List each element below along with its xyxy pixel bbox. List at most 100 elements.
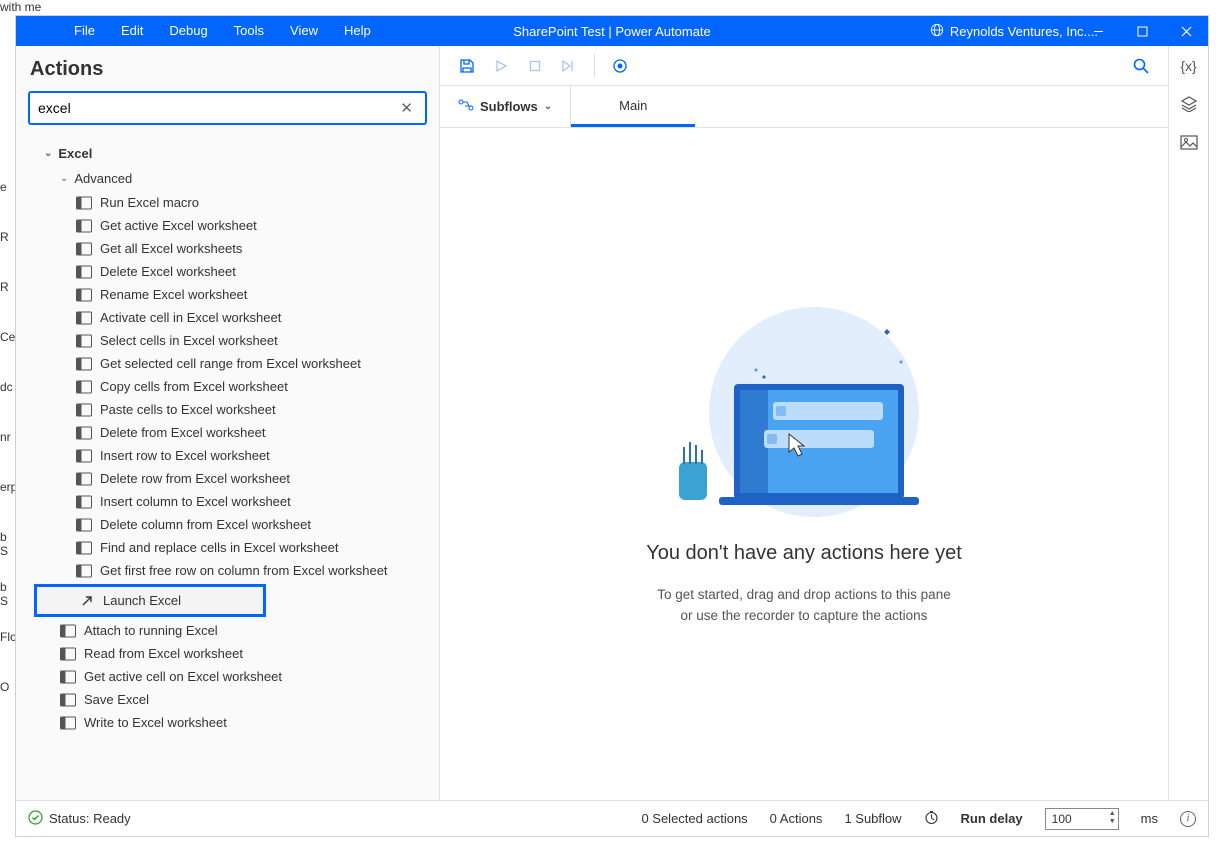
tab-main[interactable]: Main — [571, 86, 695, 127]
stop-button[interactable] — [520, 51, 550, 81]
action-item[interactable]: Run Excel macro — [16, 191, 439, 214]
excel-icon — [60, 647, 76, 661]
minimize-button[interactable] — [1076, 16, 1120, 46]
excel-icon — [76, 219, 92, 233]
action-item[interactable]: Insert column to Excel worksheet — [16, 490, 439, 513]
record-button[interactable] — [605, 51, 635, 81]
excel-icon — [76, 265, 92, 279]
excel-icon — [76, 311, 92, 325]
action-item[interactable]: Delete Excel worksheet — [16, 260, 439, 283]
main-area: Subflows ⌄ Main — [440, 46, 1168, 800]
action-item[interactable]: Delete from Excel worksheet — [16, 421, 439, 444]
stray-left-column: eRRCedcnrerpb Sb SFloO — [0, 180, 16, 698]
excel-icon — [76, 288, 92, 302]
empty-state-title: You don't have any actions here yet — [646, 542, 962, 565]
action-item[interactable]: Delete row from Excel worksheet — [16, 467, 439, 490]
app-window: File Edit Debug Tools View Help SharePoi… — [16, 16, 1208, 836]
right-rail: {x} — [1168, 46, 1208, 800]
check-circle-icon — [28, 810, 43, 828]
titlebar: File Edit Debug Tools View Help SharePoi… — [16, 16, 1208, 46]
action-item[interactable]: Get first free row on column from Excel … — [16, 559, 439, 582]
menu-tools[interactable]: Tools — [221, 16, 277, 46]
action-item[interactable]: Select cells in Excel worksheet — [16, 329, 439, 352]
status-subflow-count: 1 Subflow — [844, 811, 901, 826]
excel-icon — [60, 670, 76, 684]
menu-edit[interactable]: Edit — [108, 16, 156, 46]
action-item[interactable]: Copy cells from Excel worksheet — [16, 375, 439, 398]
delay-spinner[interactable]: ▲▼ — [1109, 810, 1116, 826]
action-item[interactable]: Paste cells to Excel worksheet — [16, 398, 439, 421]
excel-icon — [76, 449, 92, 463]
action-item[interactable]: Get selected cell range from Excel works… — [16, 352, 439, 375]
action-item[interactable]: Find and replace cells in Excel workshee… — [16, 536, 439, 559]
globe-icon — [930, 23, 944, 40]
toolbar — [440, 46, 1168, 86]
subflows-icon — [458, 98, 474, 115]
close-button[interactable] — [1164, 16, 1208, 46]
clear-search-icon[interactable]: ✕ — [396, 99, 417, 117]
excel-icon — [76, 334, 92, 348]
launch-icon — [79, 594, 95, 608]
empty-illustration — [664, 302, 944, 522]
timer-icon — [924, 810, 939, 828]
action-item[interactable]: Attach to running Excel — [16, 619, 439, 642]
menu-view[interactable]: View — [277, 16, 331, 46]
action-item[interactable]: Write to Excel worksheet — [16, 711, 439, 734]
excel-icon — [76, 403, 92, 417]
images-icon[interactable] — [1179, 132, 1199, 152]
run-delay-input[interactable]: 100 ▲▼ — [1045, 808, 1119, 830]
empty-state-subtitle: To get started, drag and drop actions to… — [657, 585, 950, 626]
group-excel[interactable]: ⌄ Excel — [16, 141, 439, 166]
action-item[interactable]: Rename Excel worksheet — [16, 283, 439, 306]
window-controls — [1076, 16, 1208, 46]
excel-icon — [76, 564, 92, 578]
excel-icon — [60, 693, 76, 707]
ms-label: ms — [1141, 811, 1158, 826]
action-item[interactable]: Read from Excel worksheet — [16, 642, 439, 665]
menu-debug[interactable]: Debug — [156, 16, 220, 46]
actions-tree[interactable]: ⌄ Excel ⌄ Advanced Run Excel macro Get a… — [16, 135, 439, 800]
run-button[interactable] — [486, 51, 516, 81]
maximize-button[interactable] — [1120, 16, 1164, 46]
info-icon[interactable]: i — [1180, 811, 1196, 827]
search-button[interactable] — [1126, 51, 1156, 81]
action-item[interactable]: Activate cell in Excel worksheet — [16, 306, 439, 329]
search-input[interactable] — [38, 100, 396, 116]
excel-icon — [60, 716, 76, 730]
menu-help[interactable]: Help — [331, 16, 384, 46]
main-menu: File Edit Debug Tools View Help — [16, 16, 384, 46]
chevron-down-icon: ⌄ — [544, 101, 552, 112]
action-item[interactable]: Get active Excel worksheet — [16, 214, 439, 237]
action-item[interactable]: Save Excel — [16, 688, 439, 711]
org-picker[interactable]: Reynolds Ventures, Inc.... — [930, 23, 1098, 40]
window-title: SharePoint Test | Power Automate — [513, 24, 711, 39]
chevron-down-icon: ⌄ — [44, 148, 52, 159]
excel-icon — [60, 624, 76, 638]
stray-text-top: with me — [0, 0, 41, 14]
excel-icon — [76, 518, 92, 532]
action-launch-excel[interactable]: Launch Excel — [34, 584, 266, 617]
status-actions-count: 0 Actions — [770, 811, 823, 826]
actions-panel-title: Actions — [16, 46, 439, 91]
menu-file[interactable]: File — [61, 16, 108, 46]
excel-icon — [76, 357, 92, 371]
subflows-dropdown[interactable]: Subflows ⌄ — [440, 86, 571, 127]
action-item[interactable]: Get all Excel worksheets — [16, 237, 439, 260]
search-box: ✕ — [28, 91, 427, 125]
action-item[interactable]: Delete column from Excel worksheet — [16, 513, 439, 536]
excel-icon — [76, 472, 92, 486]
variables-icon[interactable]: {x} — [1179, 56, 1199, 76]
toolbar-separator — [594, 54, 595, 78]
flow-canvas[interactable]: You don't have any actions here yet To g… — [440, 128, 1168, 800]
excel-icon — [76, 196, 92, 210]
ui-elements-icon[interactable] — [1179, 94, 1199, 114]
statusbar: Status: Ready 0 Selected actions 0 Actio… — [16, 800, 1208, 836]
action-item[interactable]: Get active cell on Excel worksheet — [16, 665, 439, 688]
chevron-down-icon: ⌄ — [60, 173, 68, 184]
status-ready: Status: Ready — [28, 810, 131, 828]
step-button[interactable] — [554, 51, 584, 81]
subgroup-advanced[interactable]: ⌄ Advanced — [16, 166, 439, 191]
excel-icon — [76, 495, 92, 509]
action-item[interactable]: Insert row to Excel worksheet — [16, 444, 439, 467]
save-button[interactable] — [452, 51, 482, 81]
